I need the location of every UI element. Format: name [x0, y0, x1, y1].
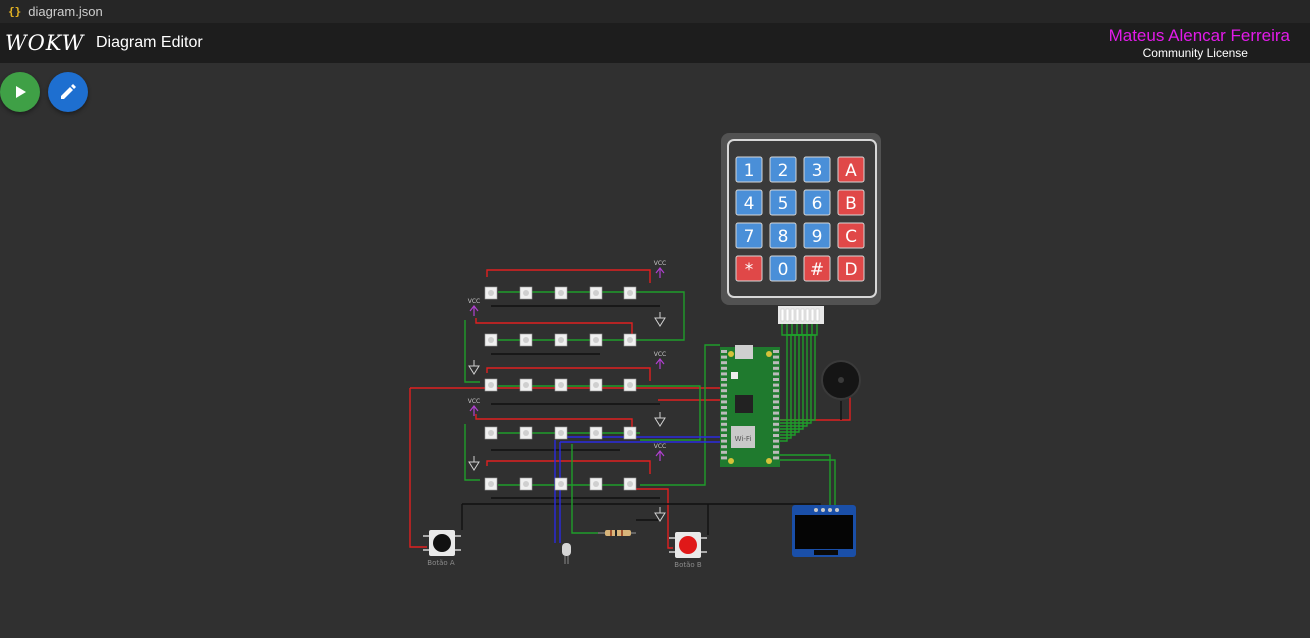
wifi-chip-label: Wi-Fi [735, 435, 752, 443]
button-a[interactable]: Botão A [423, 530, 461, 567]
neopixel-led[interactable] [623, 378, 637, 392]
vcc-symbol: VCC [654, 443, 666, 461]
neopixel-led[interactable] [484, 378, 498, 392]
neopixel-led[interactable] [554, 378, 568, 392]
membrane-keypad[interactable]: 1 2 3 A 4 5 6 B 7 8 9 C * 0 # D [721, 133, 881, 324]
keypad-key-B[interactable]: B [837, 189, 865, 216]
keypad-key-6[interactable]: 6 [803, 189, 831, 216]
neopixel-led[interactable] [484, 333, 498, 347]
keypad-key-label: 4 [744, 194, 755, 214]
keypad-key-label: B [845, 194, 857, 214]
button-a-label: Botão A [427, 559, 455, 567]
keypad-key-label: C [845, 227, 857, 247]
neopixel-led[interactable] [519, 286, 533, 300]
keypad-key-label: 8 [778, 227, 789, 247]
svg-text:VCC: VCC [468, 298, 480, 305]
ground-symbol [468, 360, 480, 375]
keypad-key-*[interactable]: * [735, 255, 763, 282]
keypad-key-label: 5 [778, 194, 789, 214]
button-b-label: Botão B [674, 561, 702, 569]
keypad-key-label: A [845, 161, 857, 181]
neopixel-led[interactable] [484, 477, 498, 491]
keypad-key-3[interactable]: 3 [803, 156, 831, 183]
keypad-key-label: 0 [778, 260, 789, 280]
neopixel-led[interactable] [623, 477, 637, 491]
keypad-key-0[interactable]: 0 [769, 255, 797, 282]
keypad-key-label: 6 [812, 194, 823, 214]
vcc-symbol: VCC [654, 351, 666, 369]
neopixel-led[interactable] [554, 333, 568, 347]
keypad-key-label: 9 [812, 227, 823, 247]
svg-text:VCC: VCC [654, 443, 666, 450]
ground-symbol [468, 456, 480, 471]
keypad-key-label: # [810, 260, 824, 280]
neopixel-led[interactable] [589, 477, 603, 491]
neopixel-led[interactable] [554, 477, 568, 491]
keypad-key-#[interactable]: # [803, 255, 831, 282]
diagram-canvas[interactable]: 1 2 3 A4 5 6 B7 8 9 C* 0 # D Wi-Fi Botão A Bo [0, 0, 1310, 638]
keypad-key-label: 7 [744, 227, 755, 247]
svg-text:VCC: VCC [654, 351, 666, 358]
ground-symbol [654, 312, 666, 327]
keypad-key-label: * [745, 260, 754, 280]
keypad-key-2[interactable]: 2 [769, 156, 797, 183]
rgb-led[interactable] [562, 543, 571, 564]
keypad-key-label: 2 [778, 161, 789, 181]
neopixel-led[interactable] [589, 286, 603, 300]
neopixel-led[interactable] [519, 333, 533, 347]
keypad-key-4[interactable]: 4 [735, 189, 763, 216]
neopixel-led[interactable] [519, 477, 533, 491]
keypad-key-D[interactable]: D [837, 255, 865, 282]
svg-text:VCC: VCC [654, 260, 666, 267]
ground-symbol [654, 507, 666, 522]
neopixel-led[interactable] [484, 286, 498, 300]
neopixel-led[interactable] [519, 378, 533, 392]
vcc-symbol: VCC [654, 260, 666, 278]
neopixel-led[interactable] [589, 426, 603, 440]
buzzer[interactable] [821, 360, 861, 400]
keypad-key-7[interactable]: 7 [735, 222, 763, 249]
keypad-key-C[interactable]: C [837, 222, 865, 249]
resistor[interactable] [598, 530, 636, 536]
keypad-key-label: 3 [812, 161, 823, 181]
neopixel-led[interactable] [484, 426, 498, 440]
neopixel-led[interactable] [623, 333, 637, 347]
keypad-key-label: 1 [744, 161, 755, 181]
neopixel-led[interactable] [519, 426, 533, 440]
keypad-key-8[interactable]: 8 [769, 222, 797, 249]
button-b[interactable]: Botão B [669, 532, 707, 569]
neopixel-led[interactable] [623, 426, 637, 440]
keypad-key-A[interactable]: A [837, 156, 865, 183]
neopixel-led[interactable] [589, 333, 603, 347]
vcc-symbol: VCC [468, 298, 480, 316]
neopixel-led[interactable] [554, 426, 568, 440]
vcc-symbol: VCC [468, 398, 480, 416]
raspberry-pi-pico-w[interactable]: Wi-Fi [720, 345, 780, 467]
neopixel-led[interactable] [589, 378, 603, 392]
keypad-key-5[interactable]: 5 [769, 189, 797, 216]
keypad-key-1[interactable]: 1 [735, 156, 763, 183]
neopixel-led[interactable] [623, 286, 637, 300]
keypad-key-label: D [844, 260, 857, 280]
svg-text:VCC: VCC [468, 398, 480, 405]
ground-symbol [654, 412, 666, 427]
keypad-key-9[interactable]: 9 [803, 222, 831, 249]
neopixel-led[interactable] [554, 286, 568, 300]
oled-display[interactable] [792, 505, 856, 557]
